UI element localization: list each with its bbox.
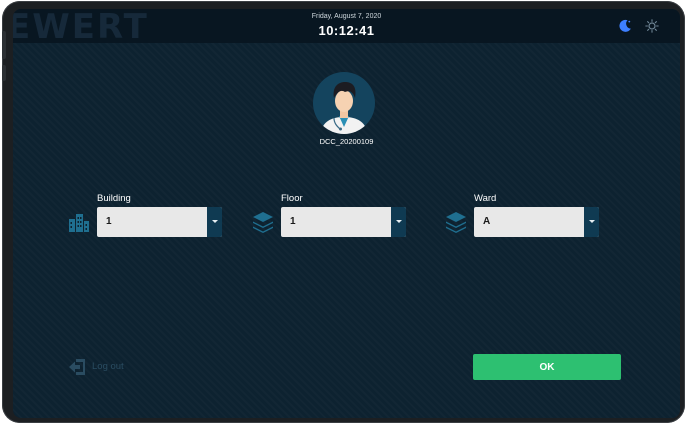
doctor-avatar-icon — [313, 72, 375, 134]
current-date: Friday, August 7, 2020 — [311, 13, 382, 20]
building-icon — [69, 214, 89, 232]
logout-button[interactable]: Log out — [68, 357, 148, 377]
current-time: 10:12:41 — [318, 23, 375, 38]
device-side-button — [2, 31, 6, 59]
ok-button[interactable]: OK — [473, 354, 621, 380]
building-value: 1 — [106, 216, 112, 227]
floor-value: 1 — [290, 216, 296, 227]
sun-icon[interactable] — [645, 19, 659, 33]
logout-icon — [69, 359, 85, 375]
floor-select[interactable]: 1 — [281, 207, 406, 237]
top-bar: EWERT Friday, August 7, 2020 10:12:41 — [13, 9, 680, 47]
ward-label: Ward — [474, 193, 497, 204]
chevron-down-icon[interactable] — [391, 207, 406, 237]
user-id: DCC_20200109 — [319, 137, 374, 146]
floor-label: Floor — [281, 193, 303, 204]
tablet-frame: EWERT Friday, August 7, 2020 10:12:41 DC… — [2, 1, 685, 423]
ward-select[interactable]: A — [474, 207, 599, 237]
ward-value: A — [483, 216, 491, 227]
layers-icon — [446, 212, 466, 233]
chevron-down-icon[interactable] — [207, 207, 222, 237]
chevron-down-icon[interactable] — [584, 207, 599, 237]
building-select[interactable]: 1 — [97, 207, 222, 237]
moon-icon[interactable] — [618, 19, 632, 33]
device-side-button — [2, 65, 6, 81]
app-screen: EWERT Friday, August 7, 2020 10:12:41 DC… — [13, 9, 680, 418]
building-label: Building — [97, 193, 131, 204]
logout-label: Log out — [92, 361, 124, 372]
layers-icon — [253, 212, 273, 233]
